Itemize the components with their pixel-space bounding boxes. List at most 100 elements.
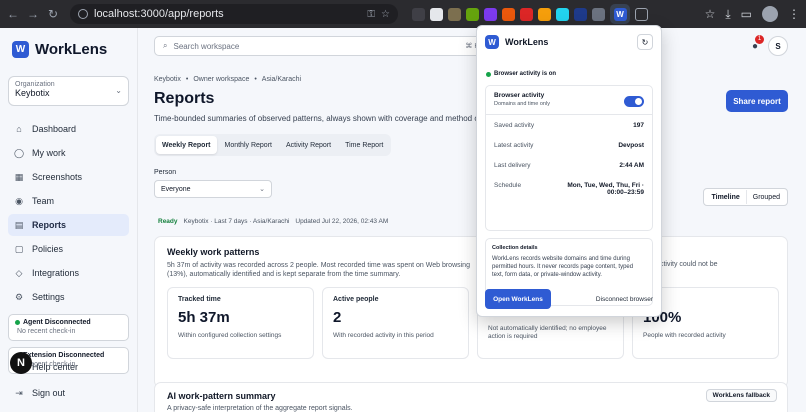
url-text: localhost:3000/app/reports <box>94 8 224 20</box>
sidebar-item-label: Reports <box>32 220 67 230</box>
back-icon[interactable]: ← <box>6 7 20 21</box>
stat-note: With recorded activity in this period <box>333 332 434 339</box>
toggle-title: Browser activity <box>494 92 545 99</box>
view-grouped[interactable]: Grouped <box>747 190 786 204</box>
sidebar-item-label: My work <box>32 148 66 158</box>
tab-time-report[interactable]: Time Report <box>339 136 389 154</box>
bookmark-star-icon[interactable]: ☆ <box>705 7 716 21</box>
disconnect-browser-button[interactable]: Disconnect browser <box>596 289 653 309</box>
star-icon[interactable]: ☆ <box>381 9 390 20</box>
sidebar-item-label: Integrations <box>32 268 80 278</box>
notifications-button[interactable]: ● 1 <box>752 34 764 52</box>
brand[interactable]: W WorkLens <box>12 38 129 60</box>
sign-out-link[interactable]: ⇥ Sign out <box>8 382 130 404</box>
detail-key: Last delivery <box>494 162 531 169</box>
detail-row: Last delivery 2:44 AM <box>494 162 644 169</box>
menu-dots-icon[interactable]: ⋮ <box>788 7 800 21</box>
sidebar-item-settings[interactable]: ⚙ Settings <box>8 286 129 308</box>
download-icon[interactable]: ⤓ <box>725 7 730 22</box>
stat-value: 5h 37m <box>178 309 230 326</box>
tab-weekly-report[interactable]: Weekly Report <box>156 136 217 154</box>
sidebar-item-dashboard[interactable]: ⌂ Dashboard <box>8 118 129 140</box>
extension-icon[interactable] <box>538 7 551 21</box>
search-input[interactable]: ⌕ Search workspace ⌘ K <box>154 36 488 56</box>
extension-icon[interactable] <box>412 7 425 21</box>
person-select[interactable]: Everyone ⌄ <box>154 180 272 198</box>
tab-activity-report[interactable]: Activity Report <box>280 136 337 154</box>
sign-out-icon: ⇥ <box>15 387 23 398</box>
open-worklens-button[interactable]: Open WorkLens <box>485 289 551 309</box>
detail-value: 2:44 AM <box>619 162 644 169</box>
key-icon[interactable]: ⚿ <box>367 9 375 20</box>
extension-icon[interactable] <box>466 7 479 21</box>
extension-icon[interactable] <box>592 7 605 21</box>
note-title: Collection details <box>492 245 538 251</box>
detail-key: Latest activity <box>494 142 534 149</box>
toggle-subtitle: Domains and time only <box>494 101 550 107</box>
sidebar-item-team[interactable]: ◉ Team <box>8 190 129 212</box>
view-timeline[interactable]: Timeline <box>705 190 747 204</box>
card-title: Weekly work patterns <box>167 247 260 257</box>
extension-icon[interactable] <box>556 7 569 21</box>
breadcrumb-workspace[interactable]: Owner workspace <box>193 76 249 83</box>
popup-status-text: Browser activity is on <box>494 71 557 77</box>
status-dot-icon <box>15 320 20 325</box>
stat-label: Active people <box>333 296 379 303</box>
extension-icon[interactable] <box>574 7 587 21</box>
search-placeholder: Search workspace <box>173 41 240 51</box>
weekly-patterns-card: Weekly work patterns 5h 37m of activity … <box>154 236 788 388</box>
report-meta: Ready Keybotix · Last 7 days · Asia/Kara… <box>158 218 388 225</box>
stat-note: Not automatically identified; no employe… <box>488 325 607 340</box>
sign-out-label: Sign out <box>32 388 66 398</box>
detail-value: 197 <box>633 122 644 129</box>
breadcrumb-sep: • <box>185 76 189 83</box>
stat-value: 2 <box>333 309 342 326</box>
detail-row: Schedule Mon, Tue, Wed, Thu, Fri · 00:00–… <box>494 182 644 196</box>
extensions-strip: W <box>412 4 648 24</box>
sidebar-item-label: Team <box>32 196 55 206</box>
site-info-icon[interactable] <box>78 9 88 19</box>
nav-list: ⌂ Dashboard ◯ My work ▦ Screenshots ◉ Team ▤… <box>8 118 129 308</box>
extension-icon[interactable] <box>484 7 497 21</box>
refresh-icon: ↻ <box>641 37 649 47</box>
card-description: A privacy-safe interpretation of the agg… <box>167 405 353 412</box>
sidebar-item-integrations[interactable]: ◇ Integrations <box>8 262 129 284</box>
sidebar-item-policies[interactable]: ▢ Policies <box>8 238 129 260</box>
breadcrumb-org[interactable]: Keybotix <box>154 76 181 83</box>
sidebar-item-my-work[interactable]: ◯ My work <box>8 142 129 164</box>
sidebar-item-screenshots[interactable]: ▦ Screenshots <box>8 166 129 188</box>
stat-note: People with recorded activity <box>643 332 726 339</box>
org-label: Organization <box>15 81 55 88</box>
activity-details: Browser activity Domains and time only S… <box>485 85 653 231</box>
agent-status-sub: No recent check-in <box>17 328 76 335</box>
gear-icon: ⚙ <box>14 291 24 302</box>
detail-row: Latest activity Devpost <box>494 142 644 149</box>
worklens-extension-button[interactable]: W <box>610 4 630 24</box>
organization-select[interactable]: Organization Keybotix ⌄ <box>8 76 129 106</box>
reload-icon[interactable]: ↻ <box>46 7 60 21</box>
home-icon: ⌂ <box>16 124 22 134</box>
extension-icon[interactable] <box>520 7 533 21</box>
extension-icon[interactable] <box>430 7 443 21</box>
share-report-button[interactable]: Share report <box>726 90 788 112</box>
address-bar[interactable]: localhost:3000/app/reports ⚿ ☆ <box>70 4 398 24</box>
user-avatar[interactable]: S <box>768 36 788 56</box>
agent-status-title: Agent Disconnected <box>23 319 91 326</box>
detail-value: Mon, Tue, Wed, Thu, Fri · <box>567 182 644 189</box>
sidebar-item-reports[interactable]: ▤ Reports <box>8 214 129 236</box>
popup-status: Browser activity is on <box>486 71 556 77</box>
tab-monthly-report[interactable]: Monthly Report <box>219 136 278 154</box>
browser-activity-toggle[interactable] <box>624 96 644 107</box>
detail-value-2: 00:00–23:59 <box>607 189 644 196</box>
window-icon[interactable]: ▭ <box>741 7 752 21</box>
dev-tools-badge[interactable]: N <box>10 352 32 374</box>
status-badge: Ready <box>158 218 178 225</box>
forward-icon[interactable]: → <box>26 7 40 21</box>
extension-icon[interactable] <box>502 7 515 21</box>
refresh-button[interactable]: ↻ <box>637 34 653 50</box>
profile-avatar[interactable] <box>762 6 778 22</box>
extension-icon[interactable] <box>448 7 461 21</box>
puzzle-icon[interactable] <box>635 7 648 21</box>
org-value: Keybotix <box>15 88 50 98</box>
report-tabs: Weekly Report Monthly Report Activity Re… <box>154 134 392 156</box>
